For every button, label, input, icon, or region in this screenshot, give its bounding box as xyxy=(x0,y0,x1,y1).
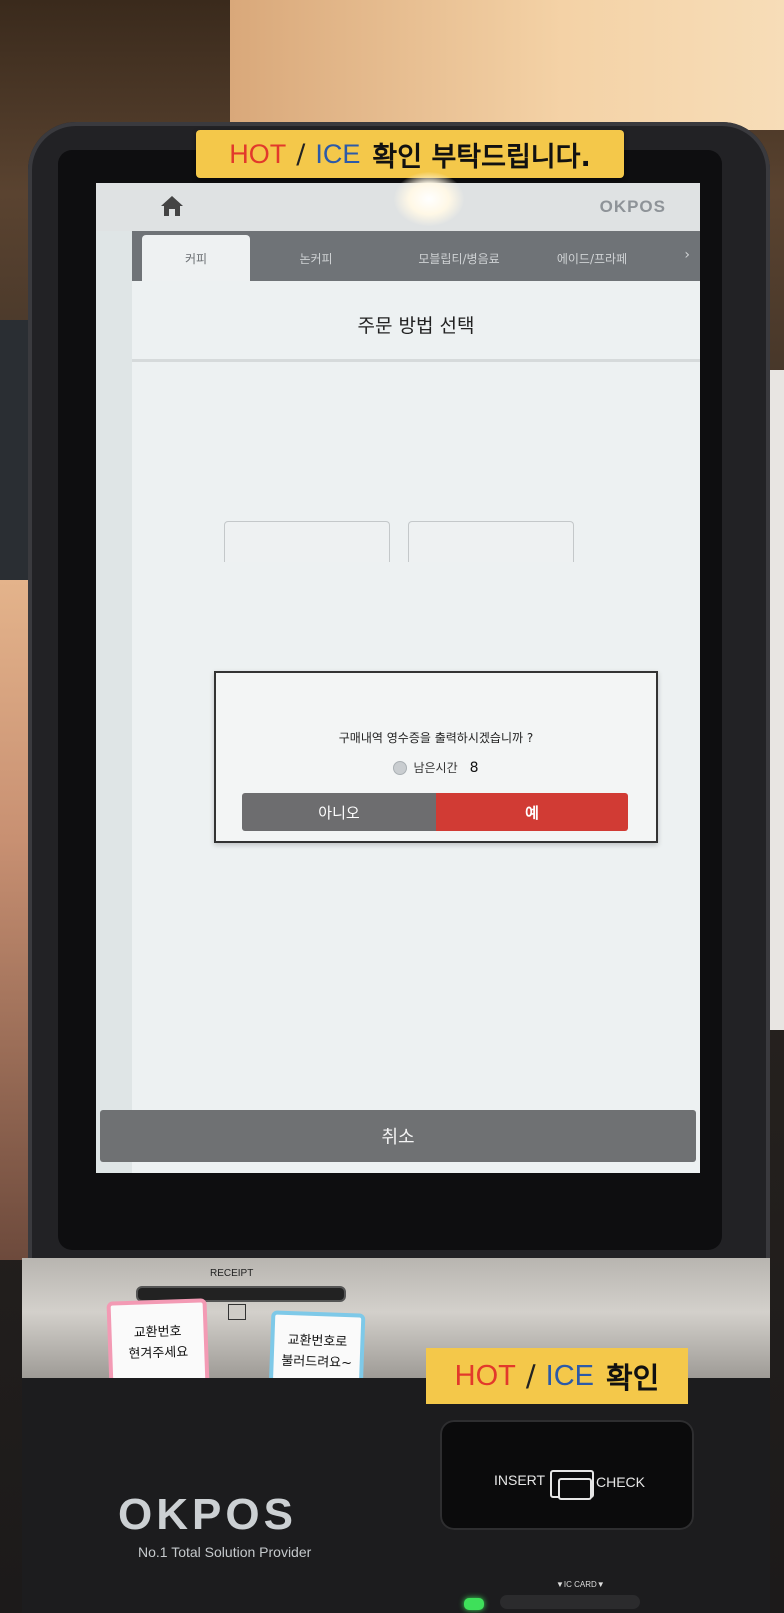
tagline: No.1 Total Solution Provider xyxy=(138,1544,312,1560)
card-insert-label: INSERT xyxy=(494,1472,546,1488)
tab-bottled-drinks[interactable]: 모블립티/병음료 xyxy=(394,235,524,281)
home-icon[interactable] xyxy=(158,193,186,219)
order-option-card-left[interactable] xyxy=(224,521,390,562)
handwritten-note-pink: 교환번호 현겨주세요 xyxy=(106,1298,210,1390)
hot-text: HOT xyxy=(229,138,287,169)
brand-logo: OKPOS xyxy=(599,197,666,216)
hot-ice-sticker-top: HOT / ICE 확인 부탁드립니다. xyxy=(196,130,624,178)
background-wall xyxy=(230,0,784,130)
main-content: 주문 방법 선택 구매내역 영수증을 출력하시겠습니까 ? 남은시간 8 아니오… xyxy=(132,281,700,1173)
tab-coffee[interactable]: 커피 xyxy=(142,235,250,281)
dialog-question: 구매내역 영수증을 출력하시겠습니까 ? xyxy=(338,731,534,745)
category-tabs: 커피 논커피 모블립티/병음료 에이드/프라페 › xyxy=(132,231,700,281)
receipt-dialog: 구매내역 영수증을 출력하시겠습니까 ? 남은시간 8 아니오 예 xyxy=(214,671,658,843)
card-check-label: CHECK xyxy=(596,1474,646,1490)
ceiling-light-reflection xyxy=(394,172,464,226)
slash-text: / xyxy=(525,1359,536,1393)
timer-label: 남은시간 xyxy=(413,761,458,775)
sticker-message: 확인 부탁드립니다. xyxy=(372,141,591,173)
order-option-card-right[interactable] xyxy=(408,521,574,562)
timer-row: 남은시간 8 xyxy=(216,759,656,776)
receipt-icon xyxy=(228,1304,246,1320)
note-pink-text: 교환번호 현겨주세요 xyxy=(128,1324,189,1363)
ice-text: ICE xyxy=(315,138,361,169)
card-icon xyxy=(558,1478,592,1500)
no-button[interactable]: 아니오 xyxy=(242,793,436,831)
okpos-logo: OKPOS xyxy=(118,1490,297,1539)
tab-ade-frappe[interactable]: 에이드/프라페 xyxy=(532,235,652,281)
ic-card-label: ▼IC CARD▼ xyxy=(556,1580,605,1589)
chevron-right-icon[interactable]: › xyxy=(684,247,690,263)
hot-text: HOT xyxy=(454,1359,516,1392)
divider xyxy=(132,359,700,362)
hot-ice-sticker-bottom: HOT / ICE 확인 xyxy=(426,1348,688,1404)
slash-text: / xyxy=(296,138,306,170)
page-title: 주문 방법 선택 xyxy=(357,315,475,337)
note-blue-text: 교환번호로 불러드려요~ xyxy=(281,1333,353,1372)
ice-text: ICE xyxy=(545,1359,594,1392)
cancel-button[interactable]: 취소 xyxy=(100,1110,696,1162)
sticker-message: 확인 xyxy=(605,1361,660,1395)
timer-value: 8 xyxy=(469,759,479,776)
clock-icon xyxy=(393,760,408,775)
tab-non-coffee[interactable]: 논커피 xyxy=(262,235,370,281)
ic-card-slot[interactable] xyxy=(500,1595,640,1609)
kiosk-screen: OKPOS 커피 논커피 모블립티/병음료 에이드/프라페 › 주문 방법 선택… xyxy=(96,183,700,1173)
receipt-label: RECEIPT xyxy=(210,1268,254,1279)
status-led xyxy=(464,1598,484,1610)
yes-button[interactable]: 예 xyxy=(436,793,628,831)
